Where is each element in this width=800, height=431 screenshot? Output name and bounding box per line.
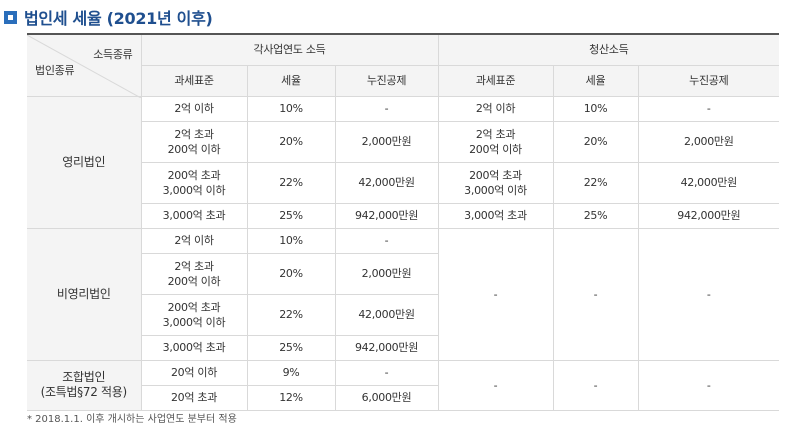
rate-cell: 10% — [246, 227, 336, 254]
col-header-rate: 세율 — [552, 64, 639, 97]
liq-tax-base-cell: 3,000억 초과 — [437, 202, 554, 229]
table-row: 비영리법인 2억 이하 10% - - - - — [27, 227, 780, 361]
group-header-annual-income: 각사업연도 소득 — [140, 33, 439, 66]
category-coop-corp: 조합법인 (조특법§72 적용) — [27, 359, 142, 411]
corner-label-corp-type: 법인종류 — [35, 63, 75, 77]
tax-base-cell: 200억 초과 3,000억 이하 — [141, 161, 248, 204]
liq-deduction-cell: - — [637, 227, 780, 361]
corner-label-income-type: 소득종류 — [93, 48, 133, 61]
liq-tax-base-cell: - — [437, 359, 554, 411]
deduction-cell: - — [334, 227, 439, 254]
rate-cell: 22% — [246, 293, 336, 336]
liq-tax-base-cell: 2억 초과 200억 이하 — [437, 120, 554, 163]
deduction-cell: 42,000만원 — [334, 161, 439, 204]
tax-base-cell: 2억 초과 200억 이하 — [141, 252, 248, 295]
tax-base-cell: 3,000억 초과 — [141, 202, 248, 229]
category-profit-corp: 영리법인 — [27, 95, 142, 229]
col-header-tax-base: 과세표준 — [141, 64, 248, 97]
deduction-cell: - — [334, 359, 439, 386]
category-nonprofit-corp: 비영리법인 — [27, 227, 142, 361]
liq-rate-cell: 22% — [552, 161, 639, 204]
deduction-cell: 942,000만원 — [334, 202, 439, 229]
liq-tax-base-cell: - — [437, 227, 554, 361]
liq-rate-cell: - — [552, 227, 639, 361]
liq-deduction-cell: 2,000만원 — [637, 120, 780, 163]
square-bullet-icon — [4, 10, 17, 24]
deduction-cell: 2,000만원 — [334, 252, 438, 295]
rate-cell: 10% — [246, 95, 336, 122]
col-header-deduction: 누진공제 — [637, 64, 780, 97]
deduction-cell: 6,000만원 — [334, 384, 438, 411]
liq-deduction-cell: - — [637, 359, 780, 411]
tax-base-cell: 2억 초과 200억 이하 — [141, 120, 248, 163]
group-header-liquidation-income: 청산소득 — [437, 33, 780, 66]
liq-tax-base-cell: 2억 이하 — [437, 95, 554, 122]
rate-cell: 25% — [246, 202, 336, 229]
col-header-deduction: 누진공제 — [334, 64, 439, 97]
liq-rate-cell: - — [552, 359, 639, 411]
tax-base-cell: 3,000억 초과 — [141, 334, 248, 361]
liq-rate-cell: 25% — [552, 202, 639, 229]
liq-tax-base-cell: 200억 초과 3,000억 이하 — [437, 161, 554, 204]
col-header-rate: 세율 — [246, 64, 336, 97]
deduction-cell: 42,000만원 — [334, 293, 438, 336]
tax-rate-table: 소득종류 법인종류 각사업연도 소득 청산소득 과세표준 세율 누진공제 과세표… — [27, 33, 780, 411]
footnote: * 2018.1.1. 이후 개시하는 사업연도 분부터 적용 — [27, 414, 237, 425]
rate-cell: 12% — [246, 384, 336, 411]
page-title: 법인세 세율 (2021년 이후) — [24, 9, 213, 28]
rate-cell: 20% — [246, 252, 336, 295]
tax-base-cell: 2억 이하 — [140, 227, 248, 254]
liq-deduction-cell: 942,000만원 — [637, 202, 780, 229]
rate-cell: 25% — [246, 334, 336, 361]
corner-header-cell: 소득종류 법인종류 — [27, 33, 142, 98]
liq-deduction-cell: 42,000만원 — [637, 161, 780, 204]
tax-base-cell: 20억 이하 — [140, 359, 248, 386]
liq-rate-cell: 20% — [552, 120, 639, 163]
tax-base-cell: 200억 초과 3,000억 이하 — [141, 293, 248, 336]
col-header-tax-base: 과세표준 — [437, 64, 554, 97]
table-row: 영리법인 2억 이하 10% - 2억 이하 10% - — [27, 95, 780, 229]
title-bar: 법인세 세율 (2021년 이후) — [4, 6, 213, 28]
rate-cell: 9% — [246, 359, 336, 386]
liq-deduction-cell: - — [637, 95, 780, 122]
deduction-cell: - — [334, 95, 439, 122]
table-row: 조합법인 (조특법§72 적용) 20억 이하 9% - - - - — [27, 359, 780, 411]
liq-rate-cell: 10% — [552, 95, 639, 122]
deduction-cell: 2,000만원 — [334, 120, 439, 163]
rate-cell: 22% — [246, 161, 336, 204]
rate-cell: 20% — [246, 120, 336, 163]
deduction-cell: 942,000만원 — [334, 334, 438, 361]
tax-base-cell: 20억 초과 — [141, 384, 248, 411]
tax-base-cell: 2억 이하 — [140, 95, 248, 122]
